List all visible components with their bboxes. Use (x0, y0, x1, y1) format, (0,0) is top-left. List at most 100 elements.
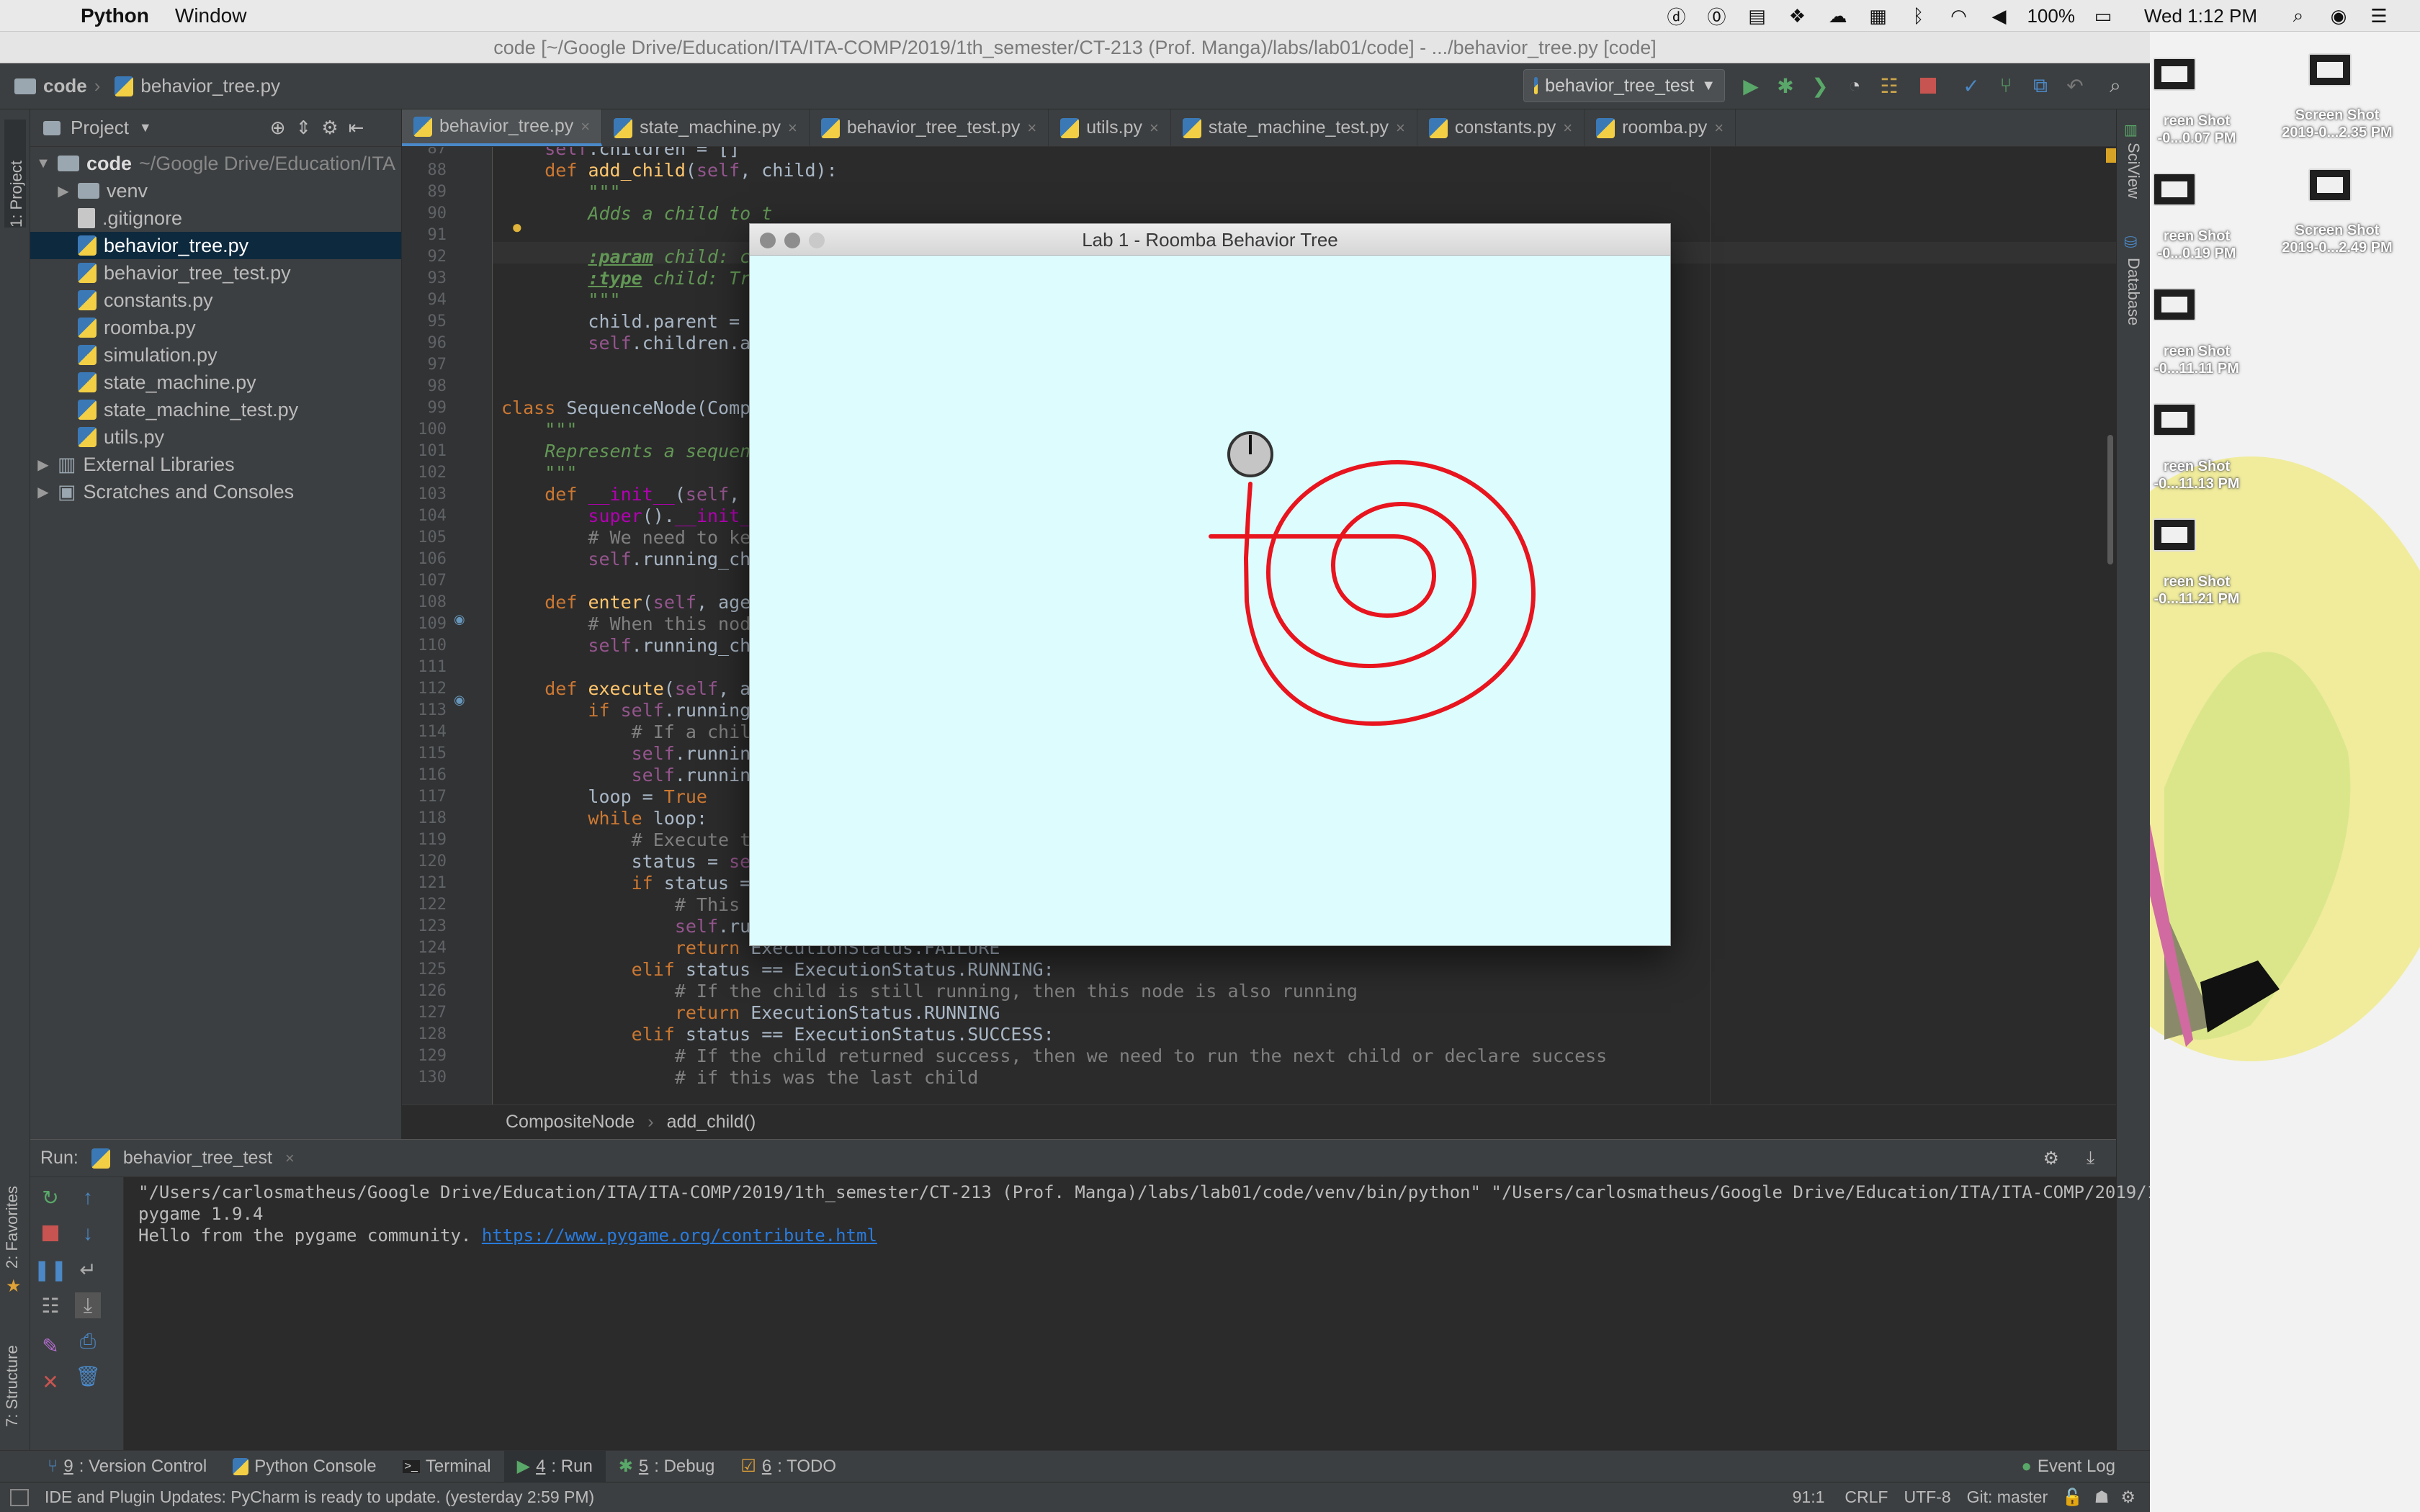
up-arrow-icon[interactable]: ↑ (75, 1184, 101, 1210)
simulation-canvas[interactable] (750, 256, 1670, 945)
tree-item-venv[interactable]: ▶ venv (30, 177, 401, 204)
breadcrumb-class[interactable]: CompositeNode (506, 1112, 635, 1133)
menu-app-name[interactable]: Python (81, 4, 149, 27)
scroll-to-end-icon[interactable]: ⤓ (75, 1292, 101, 1318)
pause-icon[interactable]: ❚❚ (34, 1256, 68, 1282)
close-icon[interactable]: × (788, 119, 797, 138)
project-tool-tab[interactable]: 1: Project (4, 120, 26, 228)
locate-file-icon[interactable]: ⊕ (270, 117, 286, 139)
chevron-down-icon[interactable]: ▼ (139, 120, 152, 135)
tree-external-libraries[interactable]: ▶ ▥ External Libraries (30, 451, 401, 478)
run-config-tab[interactable]: behavior_tree_test (123, 1148, 272, 1169)
settings-gear-icon[interactable]: ⚙ (321, 117, 338, 139)
desktop-icon-label[interactable]: reen Shot -0...0.07 PM (2150, 112, 2244, 147)
pin-icon[interactable]: ✎ (37, 1333, 63, 1359)
tree-item-constants[interactable]: constants.py (30, 287, 401, 314)
inspection-status-icon[interactable] (2106, 148, 2116, 163)
tree-item-gitignore[interactable]: .gitignore (30, 204, 401, 232)
down-arrow-icon[interactable]: ↓ (75, 1220, 101, 1246)
battery-icon[interactable]: ▭ (2091, 5, 2115, 27)
tree-item-state-machine-test[interactable]: state_machine_test.py (30, 396, 401, 423)
close-icon[interactable]: × (581, 117, 590, 136)
screenshot-file-icon[interactable] (2153, 403, 2196, 436)
search-everywhere-icon[interactable]: ⌕ (2103, 73, 2128, 98)
desktop-icon-label[interactable]: Screen Shot 2019-0...2.49 PM (2280, 222, 2395, 256)
inspector-icon[interactable]: ☗ (2094, 1488, 2110, 1507)
clock[interactable]: Wed 1:12 PM (2144, 5, 2257, 27)
dump-threads-icon[interactable]: ☷ (37, 1292, 63, 1318)
ⓓ-status-icon[interactable]: ⓓ (1664, 5, 1688, 28)
lock-icon[interactable]: 🔓 (2062, 1488, 2083, 1507)
desktop-icon-label[interactable]: reen Shot -0...11.13 PM (2150, 458, 2244, 492)
tree-item-state-machine[interactable]: state_machine.py (30, 369, 401, 396)
stop-icon[interactable] (37, 1220, 63, 1246)
desktop-icon-label[interactable]: reen Shot -0...11.21 PM (2150, 573, 2244, 608)
tab-terminal[interactable]: >_ Terminal (390, 1451, 504, 1482)
tab-constants[interactable]: constants.py × (1417, 109, 1585, 146)
git-branch[interactable]: Git: master (1967, 1488, 2048, 1507)
hide-panel-icon[interactable]: ⤓ (2087, 1148, 2094, 1169)
menu-extra-icon[interactable]: ▤ (1744, 5, 1769, 27)
wifi-icon[interactable]: ◠ (1946, 5, 1971, 27)
tree-item-roomba[interactable]: roomba.py (30, 314, 401, 341)
memory-icon[interactable]: ⚙ (2120, 1488, 2136, 1507)
clear-trash-icon[interactable]: 🗑 (75, 1363, 101, 1389)
scroll-thumb[interactable] (2107, 435, 2113, 564)
spotlight-search-icon[interactable]: ⌕ (2286, 4, 2311, 27)
breadcrumb-method[interactable]: add_child() (667, 1112, 756, 1133)
dropbox-icon[interactable]: ❖ (1785, 5, 1809, 27)
pygame-contribute-link[interactable]: https://www.pygame.org/contribute.html (482, 1225, 877, 1246)
run-configuration-select[interactable]: behavior_tree_test ▼ (1523, 69, 1725, 102)
tree-item-behavior-tree[interactable]: behavior_tree.py (30, 232, 401, 259)
close-icon[interactable]: × (285, 1149, 295, 1168)
close-icon[interactable]: ✕ (37, 1369, 63, 1395)
grid-app-icon[interactable]: ▦ (1865, 5, 1890, 27)
revert-icon[interactable]: ↶ (2063, 73, 2087, 98)
structure-tool-tab[interactable]: 7: Structure (3, 1345, 22, 1427)
soft-wrap-icon[interactable]: ↵ (75, 1256, 101, 1282)
bluetooth-icon[interactable]: ᛒ (1906, 5, 1930, 27)
sciview-tool-tab[interactable]: SciView (2124, 143, 2143, 199)
screenshot-file-icon[interactable] (2153, 288, 2196, 321)
zoom-window-icon[interactable] (809, 233, 825, 248)
close-icon[interactable]: × (1714, 119, 1724, 138)
toggle-tool-windows-icon[interactable] (10, 1488, 29, 1506)
tab-behavior-tree[interactable]: behavior_tree.py × (402, 109, 603, 146)
nav-crumb-file[interactable]: behavior_tree.py (115, 75, 280, 97)
desktop-icon-label[interactable]: Screen Shot 2019-0...2.35 PM (2280, 107, 2395, 141)
tab-version-control[interactable]: ⑂ 9: Version Control (35, 1451, 220, 1482)
rerun-icon[interactable]: ↻ (37, 1184, 63, 1210)
editor-scrollbar[interactable] (2106, 147, 2116, 1104)
run-console-output[interactable]: "/Users/carlosmatheus/Google Drive/Educa… (138, 1182, 2189, 1246)
battery-percent[interactable]: 100% (2027, 5, 2075, 27)
caret-position[interactable]: 91:1 (1793, 1488, 1825, 1507)
stop-icon[interactable] (1916, 73, 1940, 98)
screenshot-file-icon[interactable] (2153, 173, 2196, 206)
coverage-icon[interactable]: ❯ (1808, 73, 1832, 98)
pygame-window-titlebar[interactable]: Lab 1 - Roomba Behavior Tree (750, 224, 1670, 256)
tree-scratches[interactable]: ▶ ▣ Scratches and Consoles (30, 478, 401, 505)
desktop-icon-label[interactable]: reen Shot -0...0.19 PM (2150, 228, 2244, 262)
close-icon[interactable]: × (1396, 119, 1405, 138)
close-icon[interactable]: × (1563, 119, 1572, 138)
tab-event-log[interactable]: ● Event Log (2008, 1451, 2128, 1482)
tree-root[interactable]: ▼ code ~/Google Drive/Education/ITA (30, 150, 401, 177)
override-marker-icon[interactable]: ◉ (454, 612, 465, 627)
tab-debug[interactable]: ✱ 5: Debug (606, 1451, 728, 1482)
tab-run[interactable]: ▶ 4: Run (503, 1450, 606, 1482)
cloud-upload-icon[interactable]: ☁ (1825, 5, 1850, 27)
close-window-icon[interactable] (760, 233, 776, 248)
vcs-commit-icon[interactable]: ⑂ (1994, 73, 2018, 98)
profile-icon[interactable]: ◔ (1842, 73, 1867, 98)
tab-roomba[interactable]: roomba.py × (1585, 109, 1736, 146)
1password-icon[interactable]: ⓪ (1704, 5, 1729, 28)
hide-panel-icon[interactable]: ⇤ (349, 117, 364, 139)
notification-center-icon[interactable]: ☰ (2367, 5, 2391, 27)
vcs-update-icon[interactable]: ✓ (1959, 73, 1984, 98)
vcs-compare-icon[interactable]: ⧉ (2028, 73, 2053, 98)
status-message[interactable]: IDE and Plugin Updates: PyCharm is ready… (45, 1488, 594, 1507)
tab-state-machine-test[interactable]: state_machine_test.py × (1171, 109, 1417, 146)
pygame-window[interactable]: Lab 1 - Roomba Behavior Tree (749, 223, 1671, 946)
tab-behavior-tree-test[interactable]: behavior_tree_test.py × (810, 109, 1049, 146)
print-icon[interactable]: ⎙ (75, 1328, 101, 1354)
